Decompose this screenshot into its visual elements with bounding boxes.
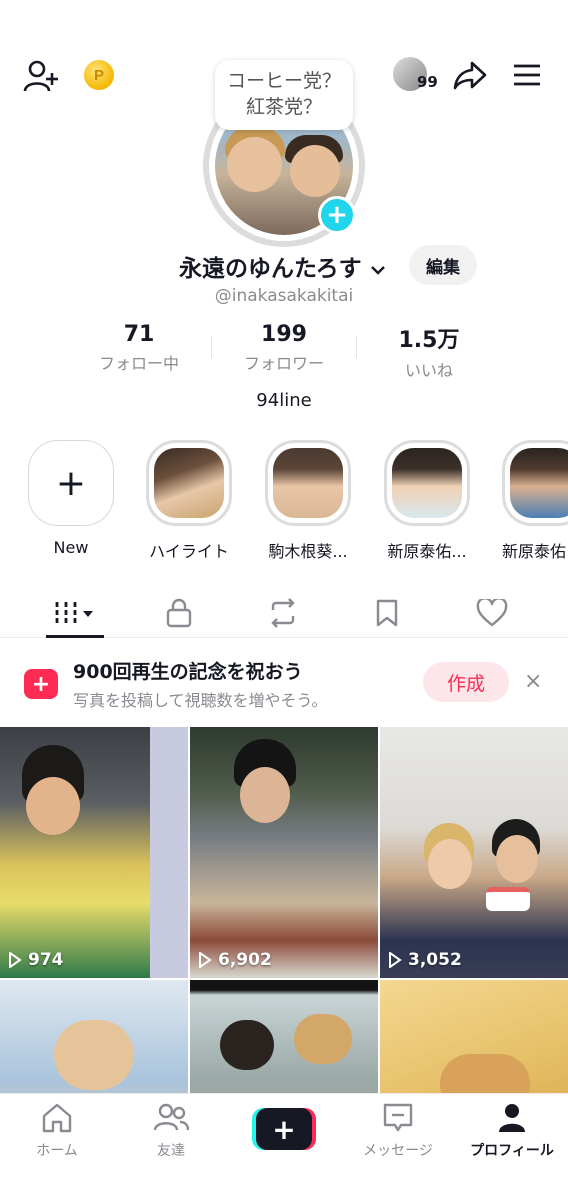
username-handle: @inakasakakitai [214,286,354,306]
repost-icon [271,598,295,628]
nav-label: プロフィール [470,1143,554,1159]
create-button[interactable]: 作成 [423,662,509,702]
video-thumbnail[interactable] [190,980,378,1097]
camera-plus-icon: + [24,669,58,699]
following-label: フォロー中 [98,354,179,373]
coin-button[interactable]: P [84,60,114,90]
close-icon[interactable]: × [524,669,542,694]
following-count: 71 [123,322,155,347]
home-icon [42,1103,72,1133]
likes-label: いいね [404,361,453,380]
followers-count: 199 [261,322,307,347]
following-stat[interactable]: 71 フォロー中 [74,322,204,374]
milestone-banner[interactable]: + 900回再生の記念を祝おう 写真を投稿して視聴数を増やそう。 作成 × [0,639,568,727]
create-plus-icon: + [256,1108,312,1150]
share-button[interactable] [452,58,488,92]
highlight-item[interactable]: 新原泰佑... [383,440,471,562]
divider [211,336,212,358]
hamburger-menu-icon [514,64,540,86]
highlight-thumbnail [392,448,462,518]
tab-private[interactable] [149,588,209,638]
video-thumbnail[interactable] [0,980,188,1097]
message-icon [383,1103,413,1132]
highlight-label: 新原泰佑... [387,542,467,561]
followers-label: フォロワー [243,354,324,373]
friends-count: 99 [417,73,438,91]
video-thumbnail[interactable]: 974 [0,727,188,978]
add-person-icon [23,60,58,92]
status-bubble[interactable]: コーヒー党？ 紅茶党？ [215,60,353,130]
nav-home[interactable]: ホーム [2,1102,112,1160]
divider [356,336,357,358]
video-thumbnail[interactable] [380,980,568,1097]
video-grid: 974 6,902 3,052 [0,727,568,1097]
bubble-line-1: コーヒー党？ [226,70,341,93]
likes-stat[interactable]: 1.5万 いいね [364,322,494,381]
view-count: 3,052 [388,950,462,970]
highlight-label: 駒木根葵... [268,542,348,561]
nav-label: メッセージ [363,1143,433,1159]
profile-icon [499,1104,525,1132]
followers-stat[interactable]: 199 フォロワー [219,322,349,374]
menu-button[interactable] [511,60,543,90]
highlight-thumbnail [273,448,343,518]
edit-profile-button[interactable]: 編集 [409,245,477,285]
tab-liked[interactable] [462,588,522,638]
video-thumbnail[interactable]: 3,052 [380,727,568,978]
active-tab-indicator [46,635,104,638]
heart-icon [476,599,508,627]
highlight-thumbnail [154,448,224,518]
create-video-button[interactable]: + [252,1108,316,1150]
play-icon [199,952,212,968]
friends-icon [153,1103,190,1131]
share-icon [453,61,487,90]
play-icon [389,952,402,968]
friends-avatar-button[interactable]: 99 [393,57,441,95]
view-count: 6,902 [198,950,272,970]
likes-count: 1.5万 [398,328,460,353]
highlight-item[interactable]: 駒木根葵... [264,440,352,562]
video-thumbnail[interactable]: 6,902 [190,727,378,978]
highlight-thumbnail [510,448,568,518]
tab-videos[interactable] [45,588,105,638]
add-friend-button[interactable] [22,58,60,94]
nav-label: ホーム [36,1143,78,1159]
tab-reposts[interactable] [253,588,313,638]
nav-label: 友達 [157,1143,185,1159]
highlight-label: ハイライト [149,542,229,561]
view-count: 974 [8,950,64,970]
highlight-item[interactable]: 新原泰佑 [502,440,568,562]
highlight-label: 新原泰佑 [502,542,567,561]
plus-icon: + [28,440,114,526]
highlight-label: New [53,538,89,557]
coin-icon: P [84,60,114,90]
nav-messages[interactable]: メッセージ [343,1102,453,1160]
videos-grid-icon [55,602,93,624]
nav-profile[interactable]: プロフィール [457,1102,567,1160]
bubble-line-2: 紅茶党？ [245,96,322,118]
bottom-navigation: ホーム 友達 + メッセージ プロフィール [0,1093,568,1199]
nav-friends[interactable]: 友達 [116,1102,226,1160]
bookmark-icon [376,599,398,627]
play-icon [9,952,22,968]
add-story-button[interactable]: + [318,196,356,234]
banner-title: 900回再生の記念を祝おう [73,661,303,683]
tab-favorites[interactable] [357,588,417,638]
profile-tabs [0,588,568,638]
bio-text: 94line [256,390,312,411]
account-name: 永遠のゆんたろす [179,256,362,282]
chevron-down-icon [370,265,385,275]
plus-icon: + [326,200,348,230]
highlight-new[interactable]: + New [27,440,115,557]
account-name-button[interactable]: 永遠のゆんたろす [179,249,386,283]
banner-subtitle: 写真を投稿して視聴数を増やそう。 [73,691,328,710]
lock-icon [166,598,192,628]
highlight-item[interactable]: ハイライト [145,440,233,562]
